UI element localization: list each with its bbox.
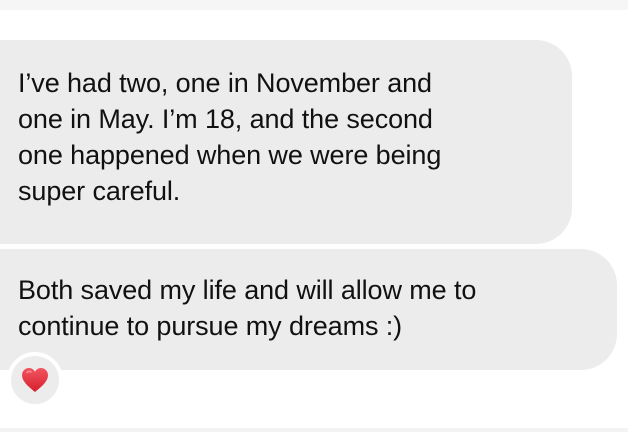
message-text-2: Both saved my life and will allow me to … [18, 275, 477, 341]
red-heart-icon [22, 368, 48, 392]
message-bubble-1[interactable]: I’ve had two, one in November and one in… [0, 40, 572, 244]
message-bubble-2[interactable]: Both saved my life and will allow me to … [0, 249, 617, 370]
message-text-1: I’ve had two, one in November and one in… [18, 68, 442, 206]
bottom-divider-strip [0, 428, 628, 432]
reaction-badge[interactable] [7, 352, 63, 408]
top-divider-strip [0, 0, 628, 10]
